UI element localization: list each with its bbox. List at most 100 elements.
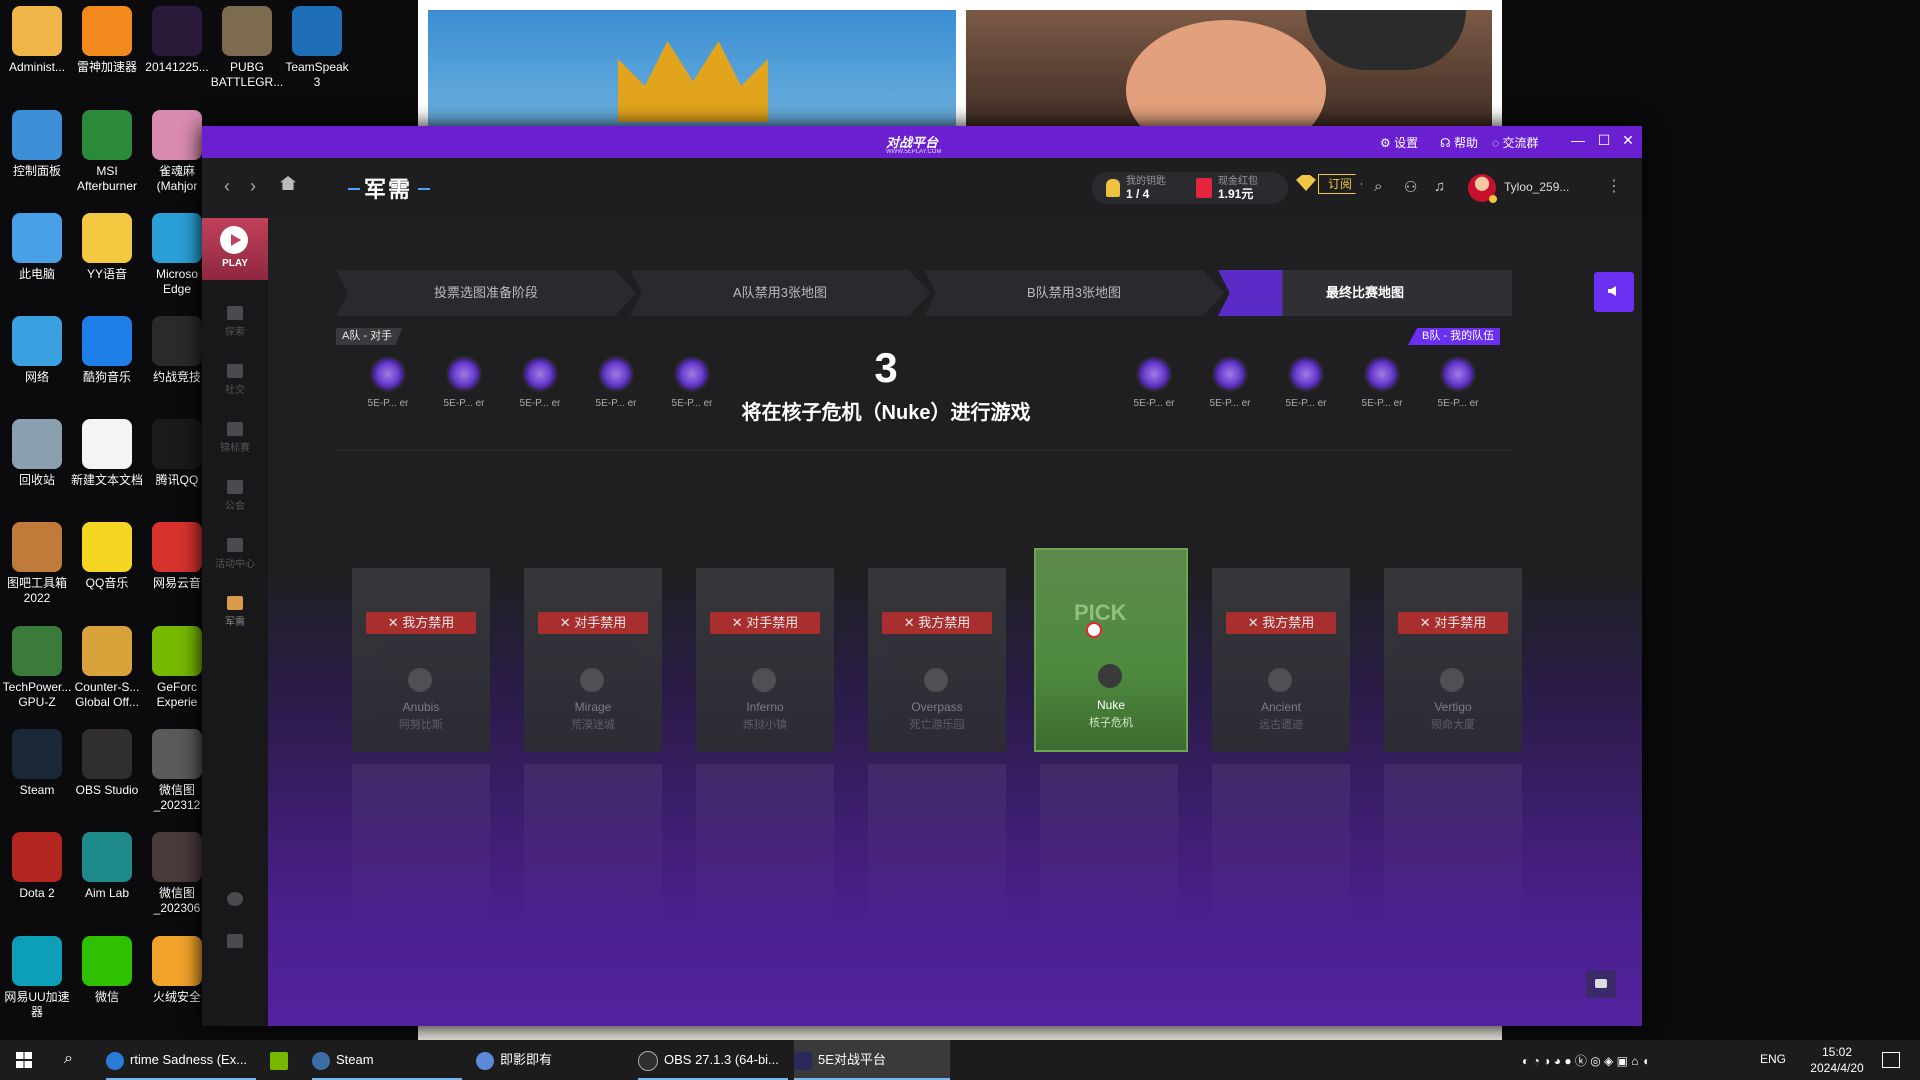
speaker-button[interactable] (1594, 272, 1634, 312)
app-icon (152, 522, 202, 572)
app-icon (82, 832, 132, 882)
map-reflection (1384, 764, 1522, 934)
app-icon (12, 522, 62, 572)
avatar[interactable] (1468, 174, 1497, 203)
speaker-icon (1608, 286, 1616, 296)
map-card-ancient[interactable]: ✕ 我方禁用 Ancient 远古遗迹 (1212, 568, 1350, 752)
task-obs[interactable]: OBS 27.1.3 (64-bi... (638, 1040, 788, 1080)
task-nvidia[interactable] (270, 1040, 298, 1080)
home-icon[interactable] (280, 176, 296, 190)
app-icon (82, 213, 132, 263)
map-reflection (352, 764, 490, 934)
map-card-nuke[interactable]: PICK Nuke 核子危机 (1034, 548, 1188, 752)
guild-icon (227, 480, 243, 494)
map-card-anubis[interactable]: ✕ 我方禁用 Anubis 阿努比斯 (352, 568, 490, 752)
chat-icon (1595, 979, 1607, 988)
hourglass-icon[interactable] (202, 934, 268, 951)
language-indicator[interactable]: ENG (1760, 1052, 1786, 1066)
username[interactable]: Tyloo_259... (1504, 180, 1569, 194)
settings-link[interactable]: ⚙ 设置 (1380, 134, 1418, 151)
map-emblem-icon (408, 668, 432, 692)
title-bar[interactable]: 对战平台 WWW.5EPLAY.COM ⚙ 设置 ☊ 帮助 ◌ 交流群 — ☐ ✕ (202, 126, 1642, 158)
5e-platform-window: 对战平台 WWW.5EPLAY.COM ⚙ 设置 ☊ 帮助 ◌ 交流群 — ☐ ✕… (202, 126, 1642, 1026)
map-reflection (696, 764, 834, 934)
task-video[interactable]: 即影即有 (476, 1040, 626, 1080)
divider (336, 450, 1512, 451)
clock[interactable]: 15:02 2024/4/20 (1802, 1044, 1872, 1076)
map-name-en: Vertigo (1434, 700, 1472, 714)
app-icon (12, 832, 62, 882)
task-kugou[interactable]: rtime Sadness (Ex... (106, 1040, 256, 1080)
search-icon[interactable]: ⌕ (64, 1050, 73, 1068)
task-5e-platform[interactable]: 5E对战平台 (794, 1040, 950, 1080)
sidebar-item-explore[interactable]: 探索 (202, 306, 268, 338)
help-link[interactable]: ☊ 帮助 (1440, 134, 1478, 151)
map-name-en: Mirage (574, 700, 612, 714)
red-packet-icon (1196, 178, 1212, 198)
red-packet-stat: 现金红包 1.91元 (1218, 176, 1258, 201)
bell-icon[interactable]: ♫ (1434, 178, 1445, 195)
wallet-pill[interactable]: 我的钥匙 1 / 4 现金红包 1.91元 (1092, 172, 1288, 204)
gun-icon (227, 596, 243, 610)
map-card-mirage[interactable]: ✕ 对手禁用 Mirage 荒漠迷城 (524, 568, 662, 752)
sidebar-item-social[interactable]: 社交 (202, 364, 268, 396)
close-button[interactable]: ✕ (1618, 132, 1638, 149)
friends-icon[interactable]: ⚇ (1404, 178, 1417, 196)
ban-badge: ✕ 我方禁用 (882, 612, 992, 634)
ban-badge: ✕ 对手禁用 (1398, 612, 1508, 634)
maximize-button[interactable]: ☐ (1594, 132, 1614, 149)
sidebar-item-tournament[interactable]: 锦标赛 (202, 422, 268, 454)
ban-badge: ✕ 对手禁用 (710, 612, 820, 634)
sidebar-item-armory[interactable]: 军需 (202, 596, 268, 628)
task-steam[interactable]: Steam (312, 1040, 462, 1080)
subscribe-button[interactable]: 订阅 (1296, 171, 1362, 197)
play-button[interactable]: PLAY (202, 218, 268, 280)
stage-prepare: 投票选图准备阶段 (336, 270, 636, 316)
sidebar-item-events[interactable]: 活动中心 (202, 538, 268, 570)
forward-button[interactable]: › (250, 176, 256, 197)
windows-start-icon[interactable] (16, 1052, 32, 1068)
chat-button[interactable] (1586, 970, 1616, 998)
keys-stat: 我的钥匙 1 / 4 (1126, 176, 1166, 201)
group-link[interactable]: ◌ 交流群 (1492, 134, 1538, 151)
app-icon (152, 213, 202, 263)
map-card-overpass[interactable]: ✕ 我方禁用 Overpass 死亡游乐园 (868, 568, 1006, 752)
app-icon (12, 626, 62, 676)
app-icon (152, 626, 202, 676)
map-card-inferno[interactable]: ✕ 对手禁用 Inferno 炼狱小镇 (696, 568, 834, 752)
app-icon (82, 419, 132, 469)
map-name-cn: 殒命大厦 (1431, 719, 1475, 731)
desktop-icon[interactable]: TeamSpeak 3 (274, 0, 360, 90)
app-icon (152, 316, 202, 366)
trophy-icon (227, 422, 243, 436)
map-card-vertigo[interactable]: ✕ 对手禁用 Vertigo 殒命大厦 (1384, 568, 1522, 752)
app-icon (12, 729, 62, 779)
back-button[interactable]: ‹ (224, 176, 230, 197)
pick-label: PICK (1074, 600, 1127, 625)
app-icon (82, 110, 132, 160)
app-icon (12, 110, 62, 160)
map-reflection (524, 764, 662, 934)
search-icon[interactable]: ⌕ (1374, 178, 1382, 195)
settings-gear-icon[interactable] (202, 892, 268, 909)
stage-team-b-ban: B队禁用3张地图 (924, 270, 1224, 316)
app-icon (292, 6, 342, 56)
map-name-en: Nuke (1096, 698, 1125, 712)
countdown: 3 (874, 344, 898, 391)
notification-icon[interactable] (1882, 1052, 1900, 1068)
map-emblem-icon (752, 668, 776, 692)
no-entry-icon (1086, 622, 1102, 638)
more-menu-icon[interactable]: ⋮ (1606, 176, 1622, 196)
map-emblem-icon (1440, 668, 1464, 692)
app-icon (152, 832, 202, 882)
map-name-cn: 死亡游乐园 (909, 719, 965, 731)
app-icon (82, 316, 132, 366)
map-name-cn: 炼狱小镇 (743, 719, 787, 731)
map-name-cn: 阿努比斯 (399, 719, 443, 731)
sidebar-item-guild[interactable]: 公会 (202, 480, 268, 512)
minimize-button[interactable]: — (1568, 132, 1588, 148)
ban-badge: ✕ 我方禁用 (1226, 612, 1336, 634)
map-reflection (1212, 764, 1350, 934)
app-icon (152, 6, 202, 56)
tray-icons[interactable]: ◐ ◔ ◑ ◕ ● ⓚ ◎ ◈ ▣ ⌂ ◖ (1522, 1052, 1649, 1069)
